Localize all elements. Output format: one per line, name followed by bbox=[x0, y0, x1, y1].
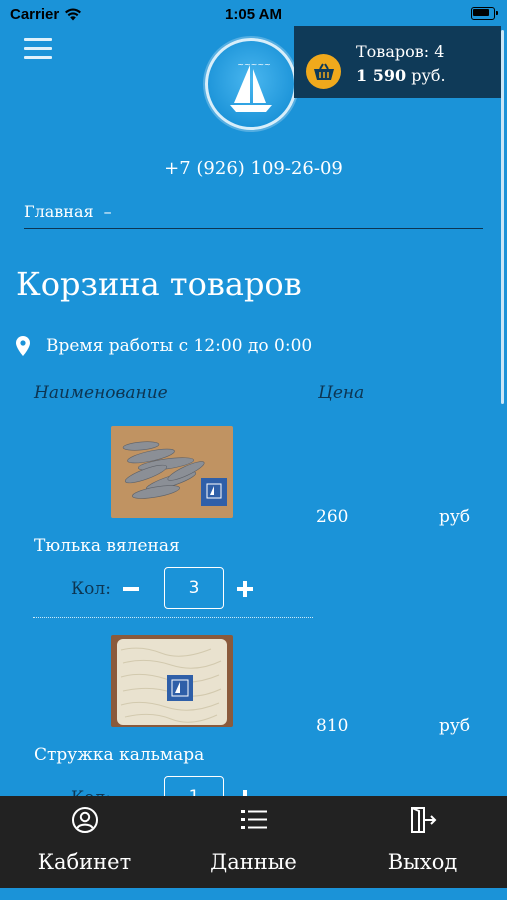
working-hours-text: Время работы с 12:00 до 0:00 bbox=[46, 336, 313, 356]
cart-total-amount: 1 590 bbox=[356, 66, 407, 85]
list-icon bbox=[240, 810, 267, 829]
battery-icon bbox=[471, 7, 498, 20]
home-indicator-area bbox=[0, 888, 507, 900]
quantity-increase-button[interactable] bbox=[236, 580, 254, 598]
breadcrumb-separator: – bbox=[103, 202, 112, 221]
cart-summary[interactable]: Товаров: 4 1 590 руб. bbox=[294, 26, 501, 98]
item-name[interactable]: Тюлька вяленая bbox=[34, 536, 180, 556]
quantity-input[interactable] bbox=[164, 567, 224, 609]
cart-total: 1 590 руб. bbox=[356, 66, 446, 85]
page-title: Корзина товаров bbox=[16, 265, 302, 303]
tab-label: Выход bbox=[387, 850, 458, 874]
tab-label: Кабинет bbox=[37, 850, 132, 874]
svg-text:~~~~~: ~~~~~ bbox=[237, 60, 271, 69]
basket-icon bbox=[306, 54, 341, 89]
item-price: 810 bbox=[316, 716, 349, 736]
item-divider bbox=[33, 617, 313, 618]
product-image-squid[interactable] bbox=[111, 635, 233, 727]
status-bar: Carrier 1:05 AM bbox=[0, 0, 507, 28]
tab-logout[interactable]: Выход bbox=[338, 796, 507, 888]
column-header-price: Цена bbox=[318, 383, 365, 403]
hamburger-menu-icon[interactable] bbox=[24, 36, 52, 62]
quantity-decrease-button[interactable] bbox=[122, 580, 140, 598]
tab-label: Данные bbox=[210, 850, 297, 874]
sailboat-logo-icon[interactable]: ~~~~~ bbox=[205, 38, 297, 130]
cart-count: Товаров: 4 bbox=[356, 42, 445, 61]
working-hours: Время работы с 12:00 до 0:00 bbox=[16, 336, 312, 356]
breadcrumb-home-link[interactable]: Главная bbox=[24, 202, 94, 221]
scrollbar[interactable] bbox=[501, 30, 504, 404]
product-image-sprats[interactable] bbox=[111, 426, 233, 518]
column-header-name: Наименование bbox=[34, 383, 168, 403]
cart-total-unit: руб. bbox=[411, 66, 446, 85]
item-currency: руб bbox=[439, 716, 471, 736]
bottom-tab-bar: Кабинет Данные Выход bbox=[0, 796, 507, 888]
status-time: 1:05 AM bbox=[225, 6, 282, 23]
location-pin-icon bbox=[16, 336, 30, 356]
phone-number[interactable]: +7 (926) 109-26-09 bbox=[0, 158, 507, 179]
item-name[interactable]: Стружка кальмара bbox=[34, 745, 204, 765]
item-price: 260 bbox=[316, 507, 349, 527]
user-circle-icon bbox=[71, 807, 98, 833]
quantity-label: Кол: bbox=[71, 579, 111, 599]
logout-door-icon bbox=[410, 807, 436, 833]
tab-cabinet[interactable]: Кабинет bbox=[0, 796, 169, 888]
breadcrumb: Главная – bbox=[24, 202, 483, 229]
tab-data[interactable]: Данные bbox=[169, 796, 338, 888]
item-currency: руб bbox=[439, 507, 471, 527]
